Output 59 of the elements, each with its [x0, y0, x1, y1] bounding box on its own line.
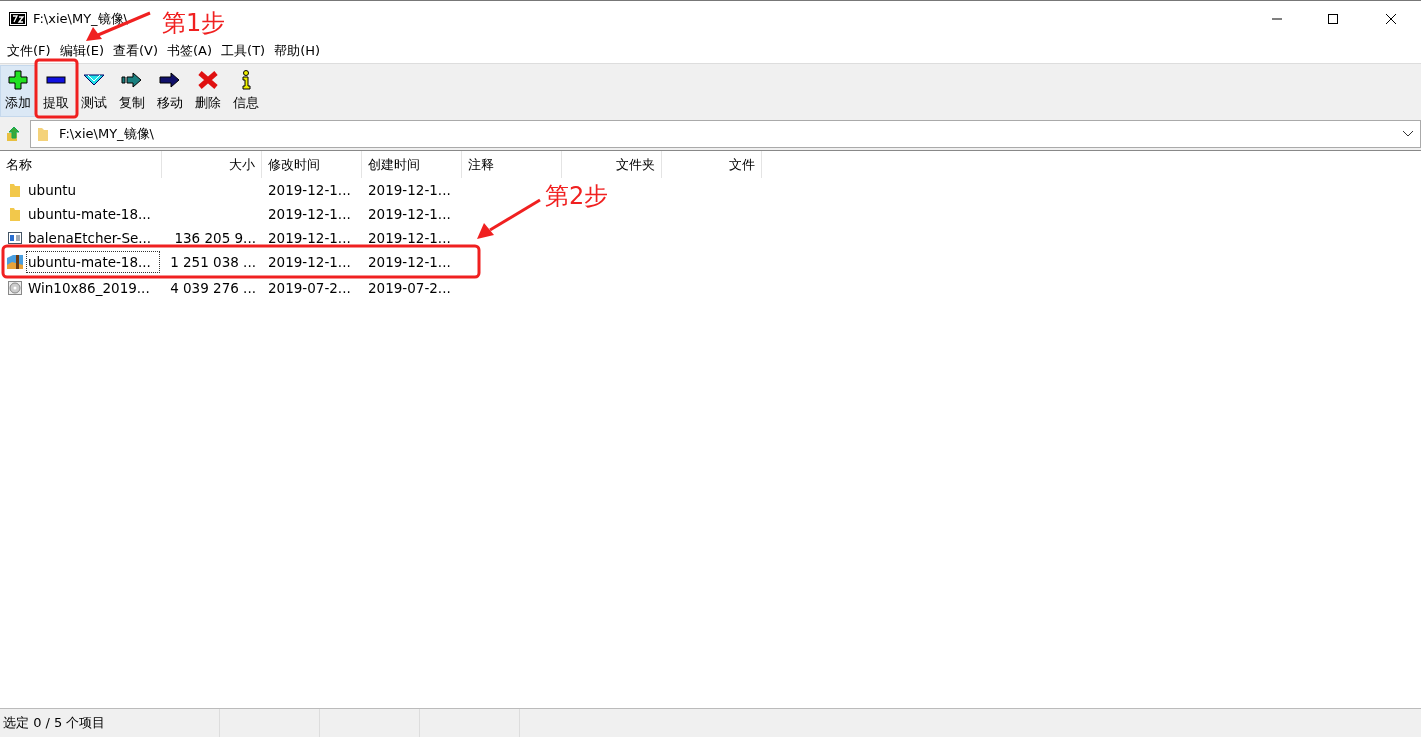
annotation-label: 第1步 [162, 11, 226, 35]
table-cell-text: 2019-12-1... [367, 254, 452, 270]
plus-icon [7, 70, 29, 90]
table-cell-text: 4 039 276 ... [169, 280, 257, 296]
annotation-arrow [477, 198, 541, 239]
column-header[interactable]: 注释 [462, 151, 562, 178]
column-header[interactable]: 文件 [662, 151, 762, 178]
column-header[interactable]: 创建时间 [362, 151, 462, 178]
address-field[interactable]: F:\xie\MY_镜像\ [30, 120, 1421, 148]
toolbar-button[interactable]: 删除 [190, 65, 226, 117]
menu-item[interactable]: 工具(T) [217, 42, 270, 60]
file-name[interactable]: balenaEtcher-Se... [26, 227, 160, 249]
archive-icon [7, 254, 23, 270]
annotation-label: 第2步 [545, 184, 609, 208]
folder-icon [7, 206, 23, 222]
menu-item[interactable]: 文件(F) [3, 42, 55, 60]
toolbar-button[interactable]: 复制 [114, 65, 150, 117]
window-icon [7, 230, 23, 246]
toolbar-button[interactable]: 信息 [228, 65, 264, 117]
disc-icon [7, 280, 23, 296]
close-icon [1385, 12, 1397, 25]
status-text: 选定 0 / 5 个项目 [0, 709, 220, 737]
table-cell-text: 2019-12-1... [267, 254, 352, 270]
table-cell-text: 2019-12-1... [367, 182, 452, 198]
menu-item[interactable]: 书签(A) [163, 42, 217, 60]
table-cell-text: 2019-12-1... [367, 230, 452, 246]
column-header[interactable]: 名称 [0, 151, 162, 178]
table-cell-text: 136 205 9... [173, 230, 257, 246]
folder-icon [7, 182, 23, 198]
toolbar-button[interactable]: 添加 [0, 65, 36, 117]
table-cell-text: 2019-12-1... [367, 206, 452, 222]
menu-item[interactable]: 帮助(H) [270, 42, 325, 60]
table-cell-text: 2019-07-2... [367, 280, 452, 296]
column-header[interactable]: 文件夹 [562, 151, 662, 178]
toolbar-button[interactable]: 提取 [38, 65, 74, 117]
maximize-icon [1327, 12, 1339, 25]
file-name[interactable]: ubuntu-mate-18... [26, 203, 160, 225]
highlight-frame [34, 58, 79, 119]
table-cell-text: 2019-12-1... [267, 182, 352, 198]
arrow-icon [121, 70, 143, 90]
dropdown-icon[interactable] [1402, 130, 1414, 138]
app-logo-icon [9, 11, 27, 26]
up-folder-icon[interactable] [6, 126, 22, 142]
table-cell-text: 2019-12-1... [267, 206, 352, 222]
file-name[interactable]: ubuntu-mate-18... [26, 251, 160, 273]
table-cell-text: 1 251 038 ... [169, 254, 257, 270]
toolbar-button[interactable]: 测试 [76, 65, 112, 117]
file-name[interactable]: ubuntu [26, 179, 160, 201]
folder-icon [37, 126, 49, 142]
menu-item[interactable]: 编辑(E) [55, 42, 108, 60]
arrow-icon [159, 70, 181, 90]
toolbar-button[interactable]: 移动 [152, 65, 188, 117]
table-cell-text: 2019-07-2... [267, 280, 352, 296]
menu-item[interactable]: 查看(V) [109, 42, 163, 60]
table-cell-text: 2019-12-1... [267, 230, 352, 246]
cross-icon [197, 70, 219, 90]
file-name[interactable]: Win10x86_2019... [26, 277, 160, 299]
column-header[interactable]: 修改时间 [262, 151, 362, 178]
column-header[interactable]: 大小 [162, 151, 262, 178]
